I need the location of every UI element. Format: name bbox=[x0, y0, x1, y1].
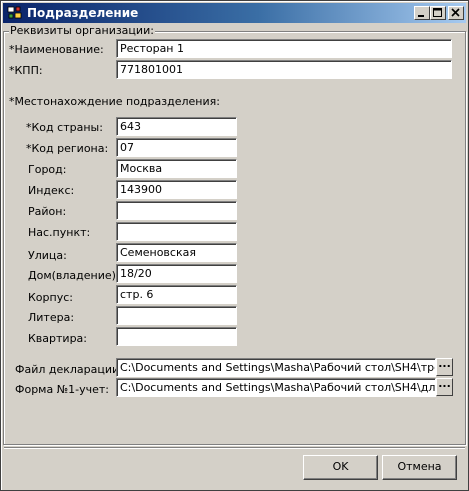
street-label: Улица: bbox=[28, 249, 67, 262]
form1-browse-button[interactable]: ... bbox=[436, 378, 453, 396]
index-input[interactable]: 143900 bbox=[116, 180, 237, 199]
declaration-file-input[interactable]: C:\Documents and Settings\Masha\Рабочий … bbox=[116, 358, 436, 377]
title-bar[interactable]: Подразделение bbox=[3, 3, 466, 23]
close-icon bbox=[451, 8, 460, 17]
locality-input[interactable] bbox=[116, 222, 237, 241]
house-input[interactable]: 18/20 bbox=[116, 264, 237, 283]
window-title: Подразделение bbox=[27, 6, 139, 20]
minimize-icon bbox=[418, 15, 424, 17]
minimize-button[interactable] bbox=[414, 6, 430, 20]
building-input[interactable]: стр. 6 bbox=[116, 285, 237, 304]
apartment-label: Квартира: bbox=[28, 332, 88, 345]
house-label: Дом(владение): bbox=[28, 269, 120, 282]
declaration-browse-button[interactable]: ... bbox=[436, 358, 453, 376]
letter-label: Литера: bbox=[28, 311, 75, 324]
street-input[interactable]: Семеновская bbox=[116, 243, 237, 262]
org-details-legend: Реквизиты организации: bbox=[9, 24, 155, 37]
name-input[interactable]: Ресторан 1 bbox=[116, 39, 452, 58]
footer-separator bbox=[4, 447, 465, 449]
maximize-icon bbox=[433, 8, 442, 17]
letter-input[interactable] bbox=[116, 306, 237, 325]
declaration-file-label: Файл декларации: bbox=[15, 363, 123, 376]
app-icon bbox=[7, 5, 23, 21]
locality-label: Нас.пункт: bbox=[28, 226, 91, 239]
dialog-window: Подразделение Реквизиты организации: *На… bbox=[0, 0, 469, 491]
name-label: *Наименование: bbox=[9, 43, 104, 56]
district-input[interactable] bbox=[116, 201, 237, 220]
form1-file-input[interactable]: C:\Documents and Settings\Masha\Рабочий … bbox=[116, 378, 436, 397]
index-label: Индекс: bbox=[28, 184, 75, 197]
country-code-input[interactable]: 643 bbox=[116, 117, 237, 136]
location-heading: *Местонахождение подразделения: bbox=[9, 95, 220, 108]
district-label: Район: bbox=[28, 205, 67, 218]
cancel-button[interactable]: Отмена bbox=[382, 455, 457, 480]
city-input[interactable]: Москва bbox=[116, 159, 237, 178]
close-button[interactable] bbox=[448, 6, 464, 20]
region-code-label: *Код региона: bbox=[26, 142, 109, 155]
form1-file-label: Форма №1-учет: bbox=[15, 383, 110, 396]
ok-button[interactable]: OK bbox=[303, 455, 378, 480]
maximize-button[interactable] bbox=[430, 6, 446, 20]
city-label: Город: bbox=[28, 163, 67, 176]
kpp-label: *КПП: bbox=[9, 64, 43, 77]
kpp-input[interactable]: 771801001 bbox=[116, 60, 452, 79]
country-code-label: *Код страны: bbox=[26, 121, 103, 134]
region-code-input[interactable]: 07 bbox=[116, 138, 237, 157]
building-label: Корпус: bbox=[28, 291, 73, 304]
apartment-input[interactable] bbox=[116, 327, 237, 346]
